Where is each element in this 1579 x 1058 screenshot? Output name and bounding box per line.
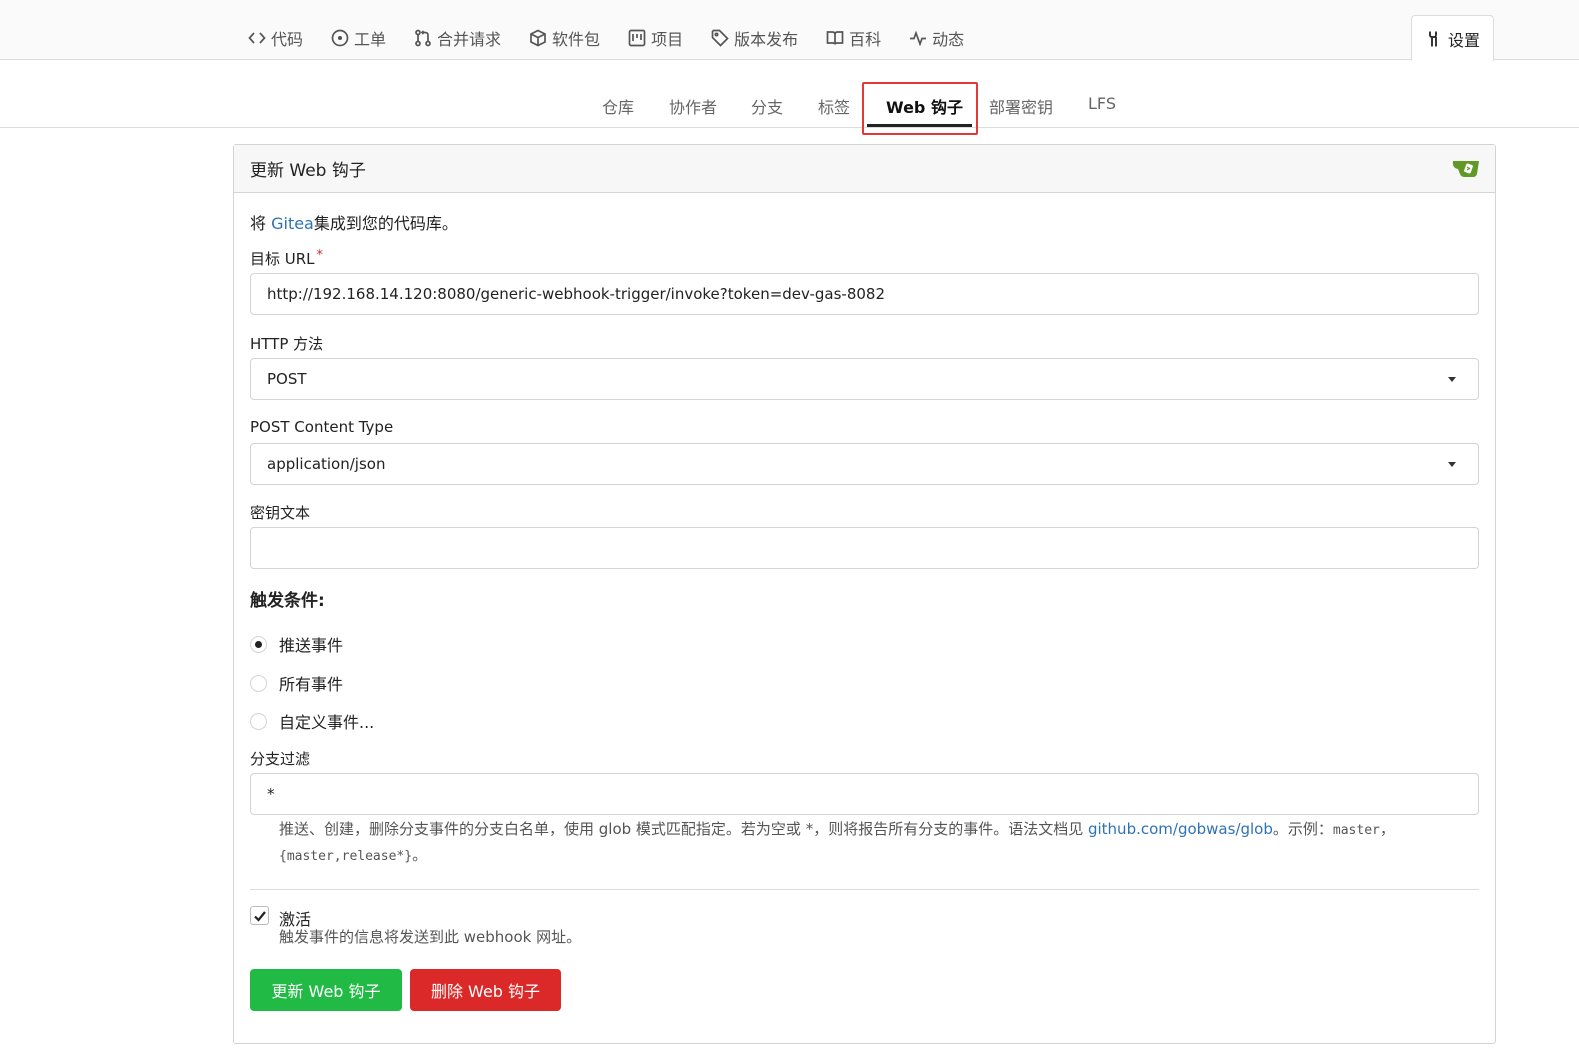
pulse-icon <box>910 30 927 47</box>
active-description: 触发事件的信息将发送到此 webhook 网址。 <box>279 928 582 946</box>
required-mark: * <box>316 248 324 263</box>
repo-nav-packages[interactable]: 软件包 <box>529 26 600 50</box>
repo-nav-wiki[interactable]: 百科 <box>826 26 881 50</box>
panel-header: 更新 Web 钩子 <box>234 145 1495 193</box>
repo-nav-activity[interactable]: 动态 <box>909 26 964 50</box>
radio-button[interactable] <box>250 712 267 730</box>
delete-webhook-button[interactable]: 删除 Web 钩子 <box>410 969 561 1011</box>
repo-nav-pull-requests[interactable]: 合并请求 <box>414 26 501 50</box>
target-url-label: 目标 URL * <box>250 248 324 268</box>
tab-tags[interactable]: 标签 <box>818 94 850 118</box>
secret-input[interactable] <box>250 527 1479 569</box>
trigger-custom-events-radio[interactable]: 自定义事件... <box>250 709 374 733</box>
gitea-logo-icon <box>1452 161 1479 177</box>
branch-filter-label: 分支过滤 <box>250 750 311 768</box>
checkmark-icon <box>253 910 266 922</box>
repo-nav: 代码 工单 合并请求 软件包 项目 版本发布 百科 动态 设置 <box>0 0 1579 61</box>
tab-repository[interactable]: 仓库 <box>602 94 634 118</box>
intro-text: 将 Gitea集成到您的代码库。 <box>250 214 458 233</box>
http-method-label: HTTP 方法 <box>250 335 324 353</box>
panel-title: 更新 Web 钩子 <box>250 161 366 181</box>
radio-button-checked[interactable] <box>250 635 267 653</box>
repo-nav-code[interactable]: 代码 <box>248 26 303 50</box>
secret-label: 密钥文本 <box>250 504 311 522</box>
tab-branches[interactable]: 分支 <box>751 94 783 118</box>
tab-lfs[interactable]: LFS <box>1088 94 1116 113</box>
repo-nav-releases[interactable]: 版本发布 <box>711 26 798 50</box>
pull-request-icon <box>415 29 431 47</box>
branch-filter-help: 推送、创建，删除分支事件的分支白名单，使用 glob 模式匹配指定。若为空或 *… <box>279 820 1395 864</box>
tab-collaborators[interactable]: 协作者 <box>669 94 717 118</box>
glob-docs-link[interactable]: github.com/gobwas/glob <box>1088 820 1273 838</box>
content-type-select[interactable]: application/json <box>250 443 1479 485</box>
update-webhook-button[interactable]: 更新 Web 钩子 <box>250 969 402 1011</box>
settings-sub-nav: 仓库 协作者 分支 标签 Web 钩子 部署密钥 LFS <box>0 60 1579 135</box>
repo-nav-projects[interactable]: 项目 <box>628 26 683 50</box>
form-divider <box>250 889 1479 890</box>
tools-icon <box>1429 31 1437 46</box>
project-icon <box>628 29 646 47</box>
dropdown-caret-icon <box>1448 377 1456 382</box>
code-icon <box>248 32 266 44</box>
package-icon <box>530 29 546 47</box>
book-icon <box>826 31 844 45</box>
content-type-label: POST Content Type <box>250 418 394 436</box>
dropdown-caret-icon <box>1448 462 1456 467</box>
radio-button[interactable] <box>250 674 267 692</box>
branch-filter-input[interactable]: * <box>250 773 1479 815</box>
annotation-highlight-box <box>862 82 978 135</box>
target-url-input[interactable]: http://192.168.14.120:8080/generic-webho… <box>250 273 1479 315</box>
trigger-heading: 触发条件: <box>250 591 325 611</box>
trigger-all-events-radio[interactable]: 所有事件 <box>250 671 343 695</box>
trigger-push-events-radio[interactable]: 推送事件 <box>250 632 343 656</box>
repo-nav-issues[interactable]: 工单 <box>331 26 386 50</box>
issue-icon <box>331 29 349 47</box>
http-method-select[interactable]: POST <box>250 358 1479 400</box>
repo-nav-settings[interactable]: 设置 <box>1411 15 1494 61</box>
tab-deploy-keys[interactable]: 部署密钥 <box>989 94 1053 118</box>
repo-nav-items: 代码 工单 合并请求 软件包 项目 版本发布 百科 动态 <box>248 26 992 50</box>
tag-icon <box>711 29 729 47</box>
active-checkbox[interactable] <box>250 906 269 925</box>
gitea-link[interactable]: Gitea <box>271 214 314 233</box>
